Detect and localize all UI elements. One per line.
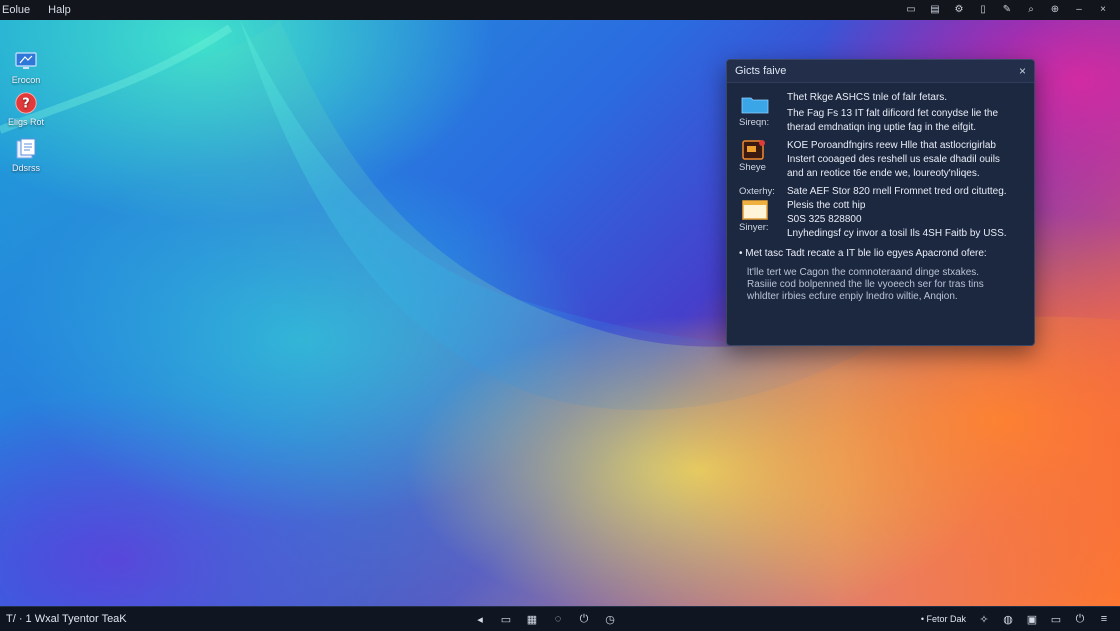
help-icon: ? — [14, 92, 38, 114]
monitor-icon — [14, 50, 38, 72]
item-text: Thet Rkge ASHCS tnle of falr fetars. The… — [787, 91, 1031, 135]
window-icon — [741, 199, 768, 220]
search-icon[interactable]: ⌕ — [1026, 5, 1036, 15]
desktop-icon-label: Eligs Rot — [7, 117, 44, 127]
top-tray: ▭ ▤ ⚙ ▯ ✎ ⌕ ⊕ – × — [906, 5, 1120, 15]
folder-icon[interactable]: ▤ — [930, 5, 940, 15]
desktop-icon-label: Erocon — [11, 75, 41, 85]
svg-text:?: ? — [22, 97, 30, 112]
puzzle-icon[interactable]: ✧ — [978, 613, 990, 626]
grid-icon[interactable]: ▦ — [526, 613, 538, 626]
bag-icon[interactable]: ▣ — [1026, 613, 1038, 626]
power-icon[interactable]: ⏻ — [578, 613, 590, 625]
window-icon[interactable]: ▭ — [906, 5, 916, 15]
item-icon-column: Sireqn: — [739, 91, 779, 130]
paragraph-line: whldter irbies ecfure enpiy lnedro wilti… — [747, 291, 958, 302]
info-dialog: Gicts faive × Sireqn: Thet Rkge ASHCS tn… — [726, 59, 1035, 346]
dialog-item: Oxterhy: Sinyer: Sate AEF Stor 820 rnell… — [739, 185, 1027, 247]
dialog-item: Sireqn: Thet Rkge ASHCS tnle of falr fet… — [739, 91, 1027, 135]
item-text: KOE Poroandfngirs reew Hlle that astlocr… — [787, 139, 1031, 181]
wrench-icon[interactable]: ✎ — [1002, 5, 1012, 15]
zoom-icon[interactable]: ⊕ — [1050, 5, 1060, 15]
item-line: Instert cooaged des reshell us esale dha… — [787, 154, 1000, 165]
power-icon[interactable]: ⏻ — [1074, 613, 1086, 625]
minimize-icon[interactable]: – — [1074, 5, 1084, 15]
item-top-label: Oxterhy: — [739, 186, 775, 197]
item-icon-label: Sireqn: — [739, 117, 770, 128]
paragraph-line: lt'lle tert we Cagon the comnoteraand di… — [747, 267, 980, 278]
app-icon — [741, 139, 767, 160]
menu-item-file[interactable]: Eolue — [0, 4, 32, 16]
item-line: Lnyhedingsf cy invor a tosil Ils 4SH Fai… — [787, 228, 1007, 239]
item-text: Sate AEF Stor 820 rnell Fromnet tred ord… — [787, 185, 1031, 241]
close-icon[interactable]: × — [1019, 64, 1026, 78]
item-line: S0S 325 828800 — [787, 214, 862, 225]
dialog-item: Sheye KOE Poroandfngirs reew Hlle that a… — [739, 139, 1027, 183]
clock-icon[interactable]: ◷ — [604, 613, 616, 626]
taskbar: T/ · 1 Wxal Tyentor TeaK ◂ ▭ ▦ ◌ ⏻ ◷ • F… — [0, 606, 1120, 631]
top-menu-bar: Eolue Halp ▭ ▤ ⚙ ▯ ✎ ⌕ ⊕ – × — [0, 0, 1120, 20]
taskbar-right-label[interactable]: • Fetor Dak — [921, 614, 966, 624]
taskbar-right: • Fetor Dak ✧ ◍ ▣ ▭ ⏻ ≡ — [921, 613, 1120, 626]
item-icon-label: Sheye — [739, 162, 766, 173]
window-icon[interactable]: ▭ — [500, 613, 512, 626]
item-icon-column: Sheye — [739, 139, 779, 175]
taskbar-center-icons: ◂ ▭ ▦ ◌ ⏻ ◷ — [474, 613, 616, 626]
folder-icon — [741, 94, 769, 114]
bullet-note: • Met tasc Tadt recate a IT ble lio egye… — [739, 248, 987, 259]
menu-icon[interactable]: ≡ — [1098, 613, 1110, 625]
document-icon[interactable]: ▯ — [978, 5, 988, 15]
description-paragraph: lt'lle tert we Cagon the comnoteraand di… — [747, 267, 1027, 303]
circle-icon[interactable]: ◌ — [552, 613, 564, 625]
desktop-icon-help[interactable]: ? Eligs Rot — [6, 92, 46, 127]
dialog-titlebar[interactable]: Gicts faive × — [727, 60, 1034, 83]
close-icon[interactable]: × — [1098, 5, 1108, 15]
item-icon-column: Oxterhy: Sinyer: — [739, 185, 779, 235]
item-line: and an reotice t6e ende we, loureoty'nli… — [787, 168, 980, 179]
tray-icon[interactable]: ▭ — [1050, 613, 1062, 626]
item-line: Thet Rkge ASHCS tnle of falr fetars. — [787, 92, 948, 103]
app-icon[interactable]: ◍ — [1002, 613, 1014, 626]
menu-group: Eolue Halp — [0, 4, 73, 16]
item-line: Plesis the cott hip — [787, 200, 866, 211]
desktop-icon-label: Ddsrss — [11, 163, 40, 173]
dialog-title: Gicts faive — [735, 65, 787, 77]
taskbar-label[interactable]: T/ · 1 Wxal Tyentor TeaK — [0, 613, 127, 625]
desktop-icon-documents[interactable]: Ddsrss — [6, 138, 46, 173]
menu-item-help[interactable]: Halp — [46, 4, 73, 16]
item-line: therad emdnatiqn ing uptie fag in the ei… — [787, 122, 977, 133]
document-icon — [14, 138, 38, 160]
settings-icon[interactable]: ⚙ — [954, 5, 964, 15]
item-icon-label: Sinyer: — [739, 222, 769, 233]
item-line: The Fag Fs 13 IT falt dificord fet conyd… — [787, 108, 999, 119]
paragraph-line: Rasiiie cod bolpenned the lle vyoeech se… — [747, 279, 984, 290]
item-line: Sate AEF Stor 820 rnell Fromnet tred ord… — [787, 186, 1007, 197]
back-icon[interactable]: ◂ — [474, 613, 486, 626]
item-line: KOE Poroandfngirs reew Hlle that astlocr… — [787, 140, 996, 151]
desktop-icon-computer[interactable]: Erocon — [6, 50, 46, 85]
